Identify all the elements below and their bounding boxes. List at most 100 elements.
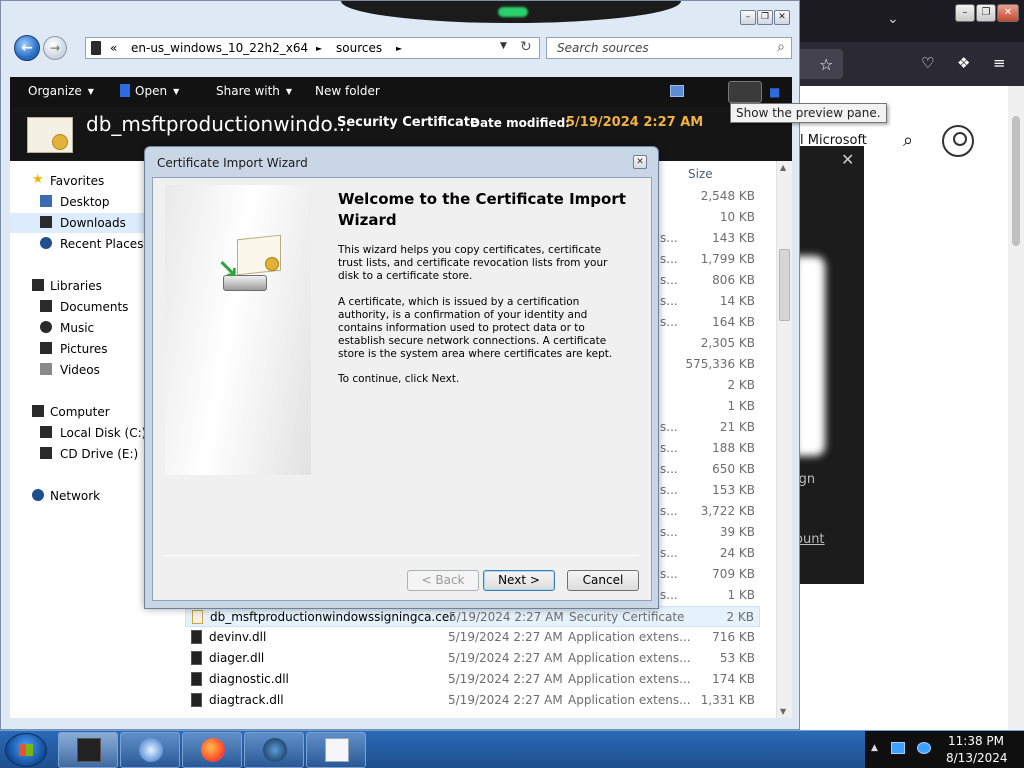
steam-icon xyxy=(263,738,287,762)
pocket-icon[interactable]: ♡ xyxy=(921,54,934,72)
site-search-icon[interactable]: ⌕ xyxy=(903,130,913,151)
row-type-fragment: s... xyxy=(660,588,678,602)
explorer-minimize-button[interactable]: – xyxy=(740,10,756,25)
back-wizard-button[interactable]: < Back xyxy=(407,570,479,591)
file-list-scrollbar[interactable]: ▲ ▼ xyxy=(776,161,792,718)
bookmark-star-icon[interactable]: ☆ xyxy=(819,55,833,74)
share-with-button[interactable]: Share with ▼ xyxy=(216,84,292,98)
taskbar-firefox-button[interactable] xyxy=(182,732,242,768)
row-date: 5/19/2024 2:27 AM xyxy=(448,693,563,707)
browser-url-bar[interactable]: ☆ xyxy=(795,49,843,79)
volume-tray-icon[interactable] xyxy=(917,742,931,754)
browser-minimize-button[interactable]: – xyxy=(955,4,975,22)
row-type-fragment: s... xyxy=(660,567,678,581)
certificate-import-wizard: Certificate Import Wizard ✕ ↘ Welcome to… xyxy=(144,146,659,609)
details-date-value: 5/19/2024 2:27 AM xyxy=(566,115,704,130)
preview-pane-tooltip: Show the preview pane. xyxy=(730,103,887,123)
browser-restore-button[interactable]: ❐ xyxy=(976,4,996,22)
browser-scrollbar[interactable] xyxy=(1008,86,1024,730)
menu-icon[interactable]: ≡ xyxy=(993,54,1006,72)
new-folder-button[interactable]: New folder xyxy=(315,84,380,98)
command-bar: Organize ▼ Open ▼ Share with ▼ New folder ■ xyxy=(10,77,792,107)
videos-icon xyxy=(40,363,52,375)
browser-scroll-thumb[interactable] xyxy=(1012,116,1020,246)
row-size: 3,722 KB xyxy=(700,504,755,518)
cancel-button[interactable]: Cancel xyxy=(567,570,639,591)
breadcrumb-overflow[interactable]: « xyxy=(110,41,117,55)
forward-button[interactable]: → xyxy=(43,36,67,60)
row-size: 2 KB xyxy=(726,610,754,624)
row-name: diagtrack.dll xyxy=(209,693,284,707)
row-size: 1 KB xyxy=(727,399,755,413)
explorer-close-button[interactable]: ✕ xyxy=(774,10,790,25)
taskbar-media-player-button[interactable] xyxy=(120,732,180,768)
taskbar-explorer-button[interactable] xyxy=(58,732,118,768)
clock-date[interactable]: 8/13/2024 xyxy=(946,751,1008,765)
row-size: 53 KB xyxy=(719,651,755,665)
document-icon xyxy=(325,738,349,762)
back-button[interactable]: ← xyxy=(14,35,40,61)
table-row[interactable]: diagnostic.dll 5/19/2024 2:27 AM Applicati… xyxy=(185,669,760,690)
taskbar-steam-button[interactable] xyxy=(244,732,304,768)
search-placeholder[interactable]: Search sources xyxy=(557,41,649,55)
computer-icon xyxy=(32,405,44,417)
scroll-thumb[interactable] xyxy=(779,249,790,321)
table-row[interactable]: diager.dll 5/19/2024 2:27 AM Application e… xyxy=(185,648,760,669)
row-size: 1,331 KB xyxy=(700,693,755,707)
breadcrumb-sources[interactable]: sources xyxy=(336,41,382,55)
wizard-title: Certificate Import Wizard xyxy=(157,156,308,170)
title-glow xyxy=(498,7,528,17)
explorer-restore-button[interactable]: ❐ xyxy=(757,10,773,25)
wizard-heading: Welcome to the Certificate Import Wizard xyxy=(338,190,626,229)
row-size: 164 KB xyxy=(712,315,755,329)
change-view-icon[interactable] xyxy=(670,85,684,97)
row-name: db_msftproductionwindowssigningca.cer xyxy=(210,610,455,624)
row-size: 650 KB xyxy=(712,462,755,476)
row-type-fragment: s... xyxy=(660,315,678,329)
dll-file-icon xyxy=(191,693,202,707)
scroll-up-icon[interactable]: ▲ xyxy=(780,163,786,172)
scroll-down-icon[interactable]: ▼ xyxy=(780,707,786,716)
refresh-icon[interactable]: ↻ xyxy=(520,39,532,55)
wizard-paragraph-2: A certificate, which is issued by a cert… xyxy=(338,296,613,360)
breadcrumb-root[interactable]: en-us_windows_10_22h2_x64 xyxy=(131,41,308,55)
table-row[interactable]: db_msftproductionwindowssigningca.cer 5/1… xyxy=(185,606,760,627)
browser-titlebar: ⌄ – ❐ ✕ xyxy=(795,0,1024,42)
wizard-close-button[interactable]: ✕ xyxy=(633,155,647,169)
browser-close-button[interactable]: ✕ xyxy=(997,4,1019,22)
next-button[interactable]: Next > xyxy=(483,570,555,591)
organize-button[interactable]: Organize ▼ xyxy=(28,84,94,98)
size-column-header[interactable]: Size xyxy=(688,167,713,181)
tab-list-chevron-icon[interactable]: ⌄ xyxy=(887,11,899,27)
address-dropdown-icon[interactable]: ▼ xyxy=(500,41,507,51)
row-type-fragment: s... xyxy=(660,420,678,434)
start-button[interactable] xyxy=(5,733,47,767)
recent-places-icon xyxy=(40,237,52,249)
open-icon xyxy=(120,84,130,97)
extensions-icon[interactable]: ❖ xyxy=(957,54,970,72)
wizard-paragraph-3: To continue, click Next. xyxy=(338,373,460,385)
certificate-file-icon xyxy=(192,610,203,624)
row-date: 5/19/2024 2:27 AM xyxy=(449,610,564,624)
show-hidden-icons-icon[interactable]: ▲ xyxy=(871,743,878,753)
taskbar-document-button[interactable] xyxy=(306,732,366,768)
clock-time[interactable]: 11:38 PM xyxy=(948,734,1004,748)
breadcrumb-arrow-icon[interactable]: ► xyxy=(316,44,322,53)
breadcrumb-arrow-icon-2[interactable]: ► xyxy=(396,44,402,53)
dll-file-icon xyxy=(191,630,202,644)
help-icon[interactable]: ■ xyxy=(769,85,780,99)
row-type-fragment: s... xyxy=(660,441,678,455)
search-box[interactable]: Search sources ⌕ xyxy=(546,37,792,59)
network-icon xyxy=(32,489,44,501)
open-button[interactable]: Open ▼ xyxy=(120,84,179,98)
table-row[interactable]: devinv.dll 5/19/2024 2:27 AM Application e… xyxy=(185,627,760,648)
modal-close-icon[interactable]: ✕ xyxy=(841,150,854,169)
cd-drive-icon xyxy=(40,447,52,459)
account-avatar-icon[interactable] xyxy=(942,125,974,157)
preview-pane-button[interactable] xyxy=(728,81,762,103)
network-tray-icon[interactable] xyxy=(891,742,905,754)
search-icon[interactable]: ⌕ xyxy=(777,39,785,55)
address-bar[interactable]: « en-us_windows_10_22h2_x64 ► sources ► … xyxy=(85,37,540,59)
details-date-label: Date modified: xyxy=(470,116,570,130)
table-row[interactable]: diagtrack.dll 5/19/2024 2:27 AM Applicatio… xyxy=(185,690,760,711)
